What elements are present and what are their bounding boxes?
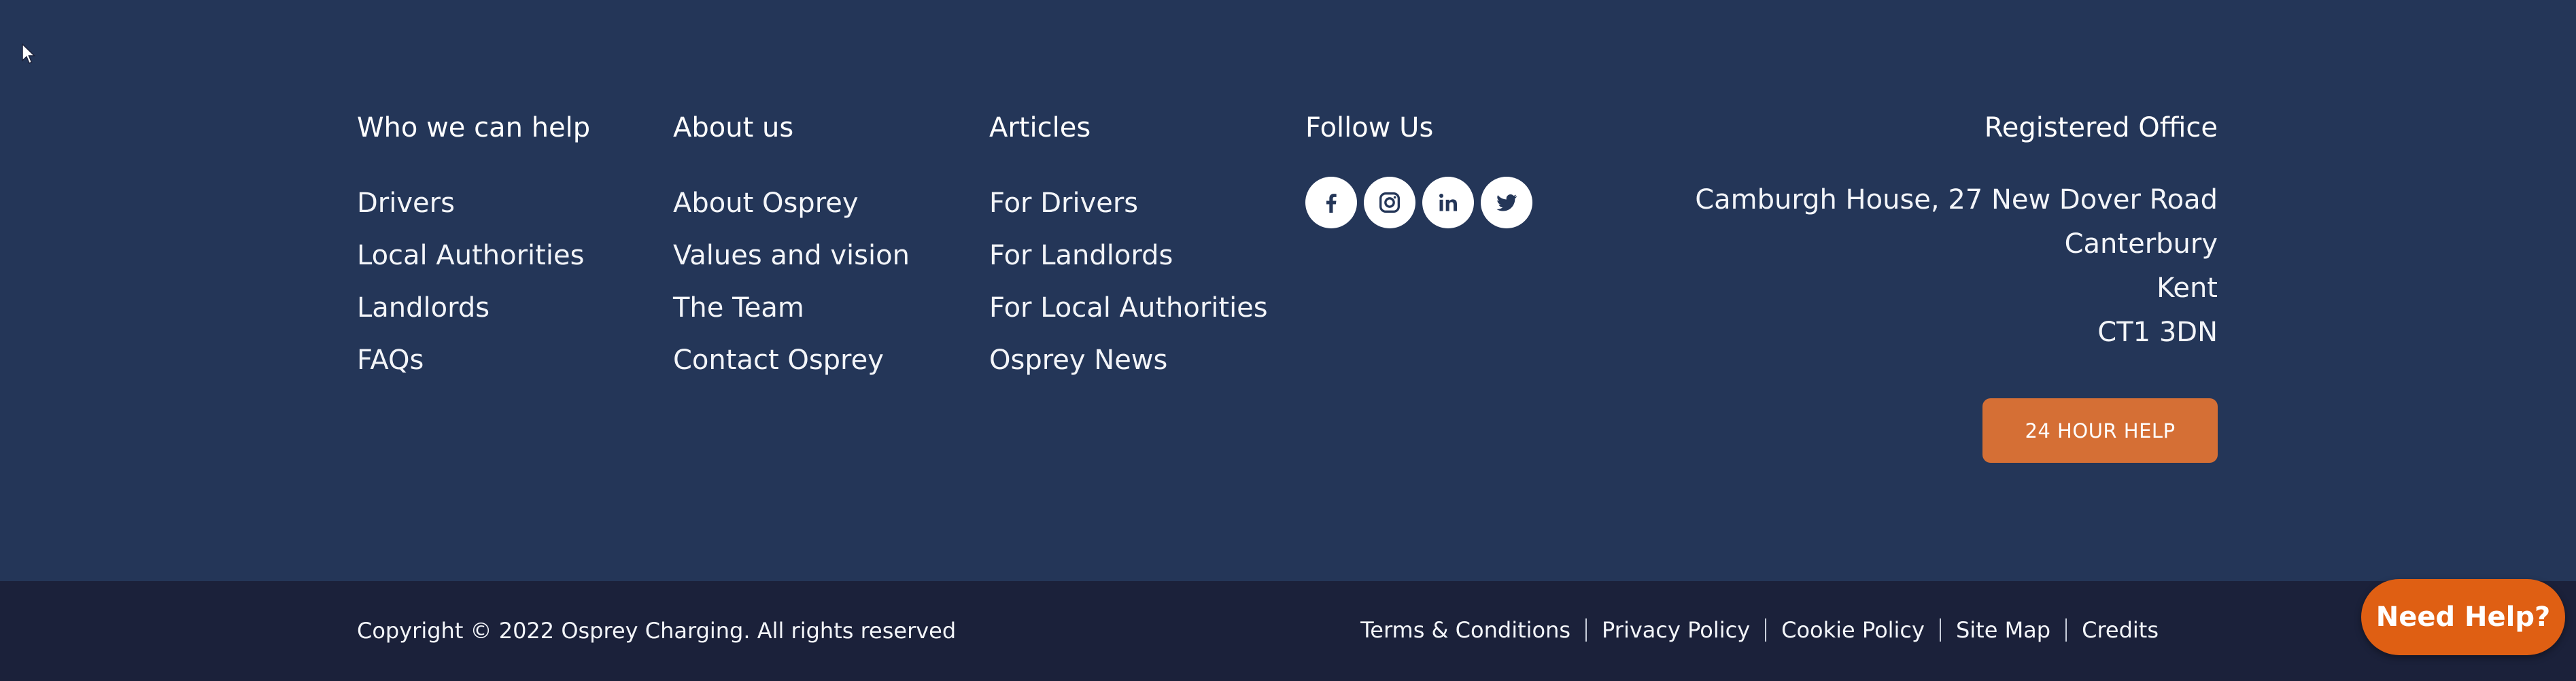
mouse-cursor-icon [22, 43, 36, 64]
footer-link-about-osprey[interactable]: About Osprey [673, 190, 910, 242]
footer-link-values-and-vision[interactable]: Values and vision [673, 242, 910, 294]
need-help-button[interactable]: Need Help? [2361, 579, 2565, 655]
office-address: Camburgh House, 27 New Dover Road Canter… [1695, 178, 2218, 355]
facebook-icon [1326, 194, 1337, 213]
footer-link-for-drivers[interactable]: For Drivers [989, 190, 1268, 242]
link-list: About Osprey Values and vision The Team … [673, 190, 910, 399]
address-line: Kent [2157, 273, 2218, 304]
address-line: CT1 3DN [2097, 317, 2218, 348]
column-heading: Articles [989, 112, 1091, 143]
cookie-policy-link[interactable]: Cookie Policy [1781, 619, 1925, 641]
twitter-link[interactable] [1481, 177, 1532, 228]
footer-link-for-landlords[interactable]: For Landlords [989, 242, 1268, 294]
credits-link[interactable]: Credits [2082, 619, 2159, 641]
site-map-link[interactable]: Site Map [1956, 619, 2050, 641]
link-list: For Drivers For Landlords For Local Auth… [989, 190, 1268, 399]
address-line: Canterbury [2064, 228, 2218, 260]
office-heading: Registered Office [1984, 112, 2218, 143]
instagram-link[interactable] [1364, 177, 1415, 228]
linkedin-link[interactable] [1422, 177, 1474, 228]
facebook-link[interactable] [1305, 177, 1357, 228]
footer-link-drivers[interactable]: Drivers [357, 190, 584, 242]
footer-link-the-team[interactable]: The Team [673, 294, 910, 347]
copyright-text: Copyright © 2022 Osprey Charging. All ri… [357, 618, 957, 644]
column-heading: Follow Us [1305, 112, 1434, 143]
link-list: Drivers Local Authorities Landlords FAQs [357, 190, 584, 399]
column-heading: About us [673, 112, 794, 143]
social-links [1305, 177, 1532, 230]
registered-office: Registered Office Camburgh House, 27 New… [1695, 114, 2218, 355]
linkedin-icon [1439, 194, 1457, 211]
footer-link-contact-osprey[interactable]: Contact Osprey [673, 347, 910, 399]
footer-bottom-bar: Copyright © 2022 Osprey Charging. All ri… [0, 581, 2576, 681]
footer-main: Who we can help Drivers Local Authoritie… [0, 0, 2576, 581]
link-separator [1765, 618, 1767, 642]
terms-and-conditions-link[interactable]: Terms & Conditions [1360, 619, 1570, 641]
footer-link-for-local-authorities[interactable]: For Local Authorities [989, 294, 1268, 347]
legal-links: Terms & Conditions Privacy Policy Cookie… [1360, 618, 2159, 642]
privacy-policy-link[interactable]: Privacy Policy [1602, 619, 1750, 641]
footer-link-landlords[interactable]: Landlords [357, 294, 584, 347]
address-line: Camburgh House, 27 New Dover Road [1695, 184, 2218, 215]
instagram-icon [1379, 192, 1400, 213]
link-separator [2065, 618, 2067, 642]
24-hour-help-button[interactable]: 24 HOUR HELP [1982, 398, 2218, 463]
footer-link-osprey-news[interactable]: Osprey News [989, 347, 1268, 399]
footer-link-local-authorities[interactable]: Local Authorities [357, 242, 584, 294]
footer-link-faqs[interactable]: FAQs [357, 347, 584, 399]
twitter-icon [1496, 194, 1517, 211]
column-heading: Who we can help [357, 112, 591, 143]
link-separator [1585, 618, 1587, 642]
link-separator [1939, 618, 1941, 642]
